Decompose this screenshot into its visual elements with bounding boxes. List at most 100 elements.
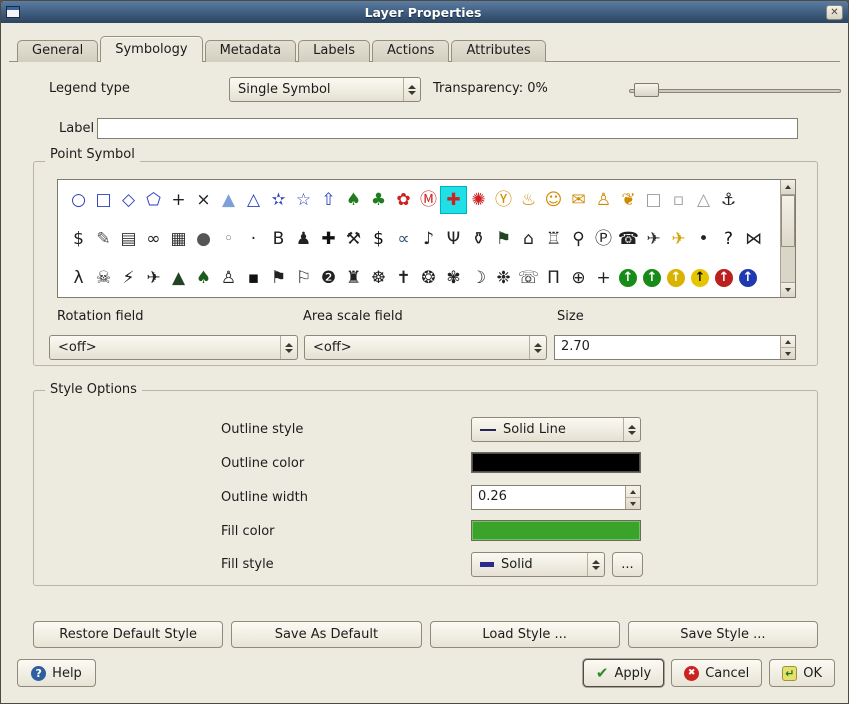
symbol-item[interactable]: ♟ xyxy=(291,226,316,252)
size-spinner[interactable]: 2.70 xyxy=(554,335,796,360)
symbol-item[interactable]: B xyxy=(266,226,291,252)
symbol-item[interactable]: λ xyxy=(66,265,91,291)
scroll-down-button[interactable] xyxy=(781,282,795,297)
symbol-item[interactable]: ✺ xyxy=(466,187,491,213)
symbol-item[interactable]: ♙ xyxy=(591,187,616,213)
symbol-item[interactable]: ● xyxy=(191,226,216,252)
tab[interactable]: Actions xyxy=(372,40,450,62)
symbol-item[interactable]: ↑ xyxy=(715,269,733,287)
symbol-item[interactable]: ✚ xyxy=(441,187,466,213)
symbol-item[interactable]: ✚ xyxy=(316,226,341,252)
symbol-item[interactable]: $ xyxy=(66,226,91,252)
tab[interactable]: Metadata xyxy=(205,40,297,62)
symbol-item[interactable]: + xyxy=(591,265,616,291)
symbol-scrollbar[interactable] xyxy=(780,180,795,297)
symbol-item[interactable]: ♪ xyxy=(416,226,441,252)
transparency-slider-handle[interactable] xyxy=(634,83,659,97)
symbol-item[interactable]: ♨ xyxy=(516,187,541,213)
symbol-item[interactable]: ♖ xyxy=(541,226,566,252)
close-button[interactable]: ✕ xyxy=(826,5,843,20)
help-button[interactable]: ? Help xyxy=(17,659,96,687)
spin-up-button[interactable] xyxy=(781,336,795,347)
fill-style-more-button[interactable]: ... xyxy=(612,552,643,577)
symbol-item[interactable]: Ψ xyxy=(441,226,466,252)
symbol-item[interactable]: × xyxy=(191,187,216,213)
symbol-item[interactable]: ▫ xyxy=(666,187,691,213)
tab[interactable]: Labels xyxy=(298,40,370,62)
symbol-item[interactable]: ↑ xyxy=(739,269,757,287)
symbol-item[interactable]: ✎ xyxy=(91,226,116,252)
symbol-item[interactable]: ⚡ xyxy=(116,265,141,291)
symbol-item[interactable]: ? xyxy=(716,226,741,252)
outline-style-select[interactable]: Solid Line xyxy=(471,417,641,442)
symbol-item[interactable]: ☽ xyxy=(466,265,491,291)
symbol-item[interactable]: ⚓ xyxy=(716,187,741,213)
symbol-item[interactable]: ☸ xyxy=(366,265,391,291)
style-action-button[interactable]: Load Style ... xyxy=(430,621,620,648)
symbol-item[interactable]: ◦ xyxy=(216,226,241,252)
ok-button[interactable]: ↵ OK xyxy=(769,659,835,687)
symbol-item[interactable]: ♠ xyxy=(341,187,366,213)
symbol-item[interactable]: Π xyxy=(541,265,566,291)
symbol-item[interactable]: ❂ xyxy=(416,265,441,291)
symbol-item[interactable]: ☺ xyxy=(541,187,566,213)
style-action-button[interactable]: Restore Default Style xyxy=(33,621,223,648)
symbol-item[interactable]: ✈ xyxy=(666,226,691,252)
symbol-item[interactable]: ⚱ xyxy=(466,226,491,252)
symbol-item[interactable]: ⇧ xyxy=(316,187,341,213)
area-scale-field-select[interactable]: <off> xyxy=(304,335,547,360)
symbol-item[interactable]: ⊕ xyxy=(566,265,591,291)
symbol-item[interactable]: ❦ xyxy=(616,187,641,213)
symbol-item[interactable]: ✈ xyxy=(141,265,166,291)
symbol-item[interactable]: ✿ xyxy=(391,187,416,213)
symbol-item[interactable]: Ⓨ xyxy=(491,187,516,213)
symbol-item[interactable]: ❉ xyxy=(491,265,516,291)
symbol-item[interactable]: ⚑ xyxy=(491,226,516,252)
symbol-item[interactable]: ☎ xyxy=(616,226,641,252)
symbol-item[interactable]: ▲ xyxy=(216,187,241,213)
symbol-item[interactable]: ▪ xyxy=(241,265,266,291)
legend-type-select[interactable]: Single Symbol xyxy=(229,77,421,102)
symbol-item[interactable]: ⬠ xyxy=(141,187,166,213)
symbol-item[interactable]: ⌂ xyxy=(516,226,541,252)
symbol-item[interactable]: ⚑ xyxy=(266,265,291,291)
symbol-item[interactable]: △ xyxy=(241,187,266,213)
rotation-field-select[interactable]: <off> xyxy=(49,335,298,360)
style-action-button[interactable]: Save Style ... xyxy=(628,621,818,648)
spin-up-button[interactable] xyxy=(626,486,640,497)
symbol-item[interactable]: ❷ xyxy=(316,265,341,291)
symbol-item[interactable]: ↑ xyxy=(619,269,637,287)
fill-color-button[interactable] xyxy=(471,520,641,541)
transparency-slider-track[interactable] xyxy=(629,89,841,93)
cancel-button[interactable]: ✖ Cancel xyxy=(671,659,762,687)
symbol-item[interactable]: ∞ xyxy=(141,226,166,252)
tab[interactable]: General xyxy=(17,40,98,62)
symbol-item[interactable]: ▲ xyxy=(166,265,191,291)
symbol-item[interactable]: △ xyxy=(691,187,716,213)
symbol-list[interactable]: ○□◇⬠+×▲△✫☆⇧♠♣✿Ⓜ✚✺Ⓨ♨☺✉♙❦□▫△⚓ $✎▤∞▦●◦·B♟✚⚒… xyxy=(57,179,796,298)
symbol-item[interactable]: · xyxy=(241,226,266,252)
symbol-item[interactable]: ▤ xyxy=(116,226,141,252)
symbol-item[interactable]: ✉ xyxy=(566,187,591,213)
symbol-item[interactable]: Ⓟ xyxy=(591,226,616,252)
symbol-item[interactable]: ♣ xyxy=(366,187,391,213)
symbol-item[interactable]: ○ xyxy=(66,187,91,213)
symbol-item[interactable]: □ xyxy=(641,187,666,213)
symbol-item[interactable]: ⚒ xyxy=(341,226,366,252)
symbol-item[interactable]: ∝ xyxy=(391,226,416,252)
symbol-item[interactable]: ♙ xyxy=(216,265,241,291)
label-input[interactable] xyxy=(97,118,798,139)
titlebar[interactable]: Layer Properties ✕ xyxy=(1,1,848,23)
spin-down-button[interactable] xyxy=(781,347,795,359)
symbol-item[interactable]: ⋈ xyxy=(741,226,766,252)
symbol-item[interactable]: ✾ xyxy=(441,265,466,291)
outline-width-spinner[interactable]: 0.26 xyxy=(471,485,641,510)
symbol-item[interactable]: ↑ xyxy=(667,269,685,287)
symbol-item[interactable]: $ xyxy=(366,226,391,252)
scroll-thumb[interactable] xyxy=(781,195,795,247)
symbol-item[interactable]: ☠ xyxy=(91,265,116,291)
spin-down-button[interactable] xyxy=(626,497,640,509)
symbol-item[interactable]: ↑ xyxy=(643,269,661,287)
symbol-item[interactable]: □ xyxy=(91,187,116,213)
symbol-item[interactable]: Ⓜ xyxy=(416,187,441,213)
